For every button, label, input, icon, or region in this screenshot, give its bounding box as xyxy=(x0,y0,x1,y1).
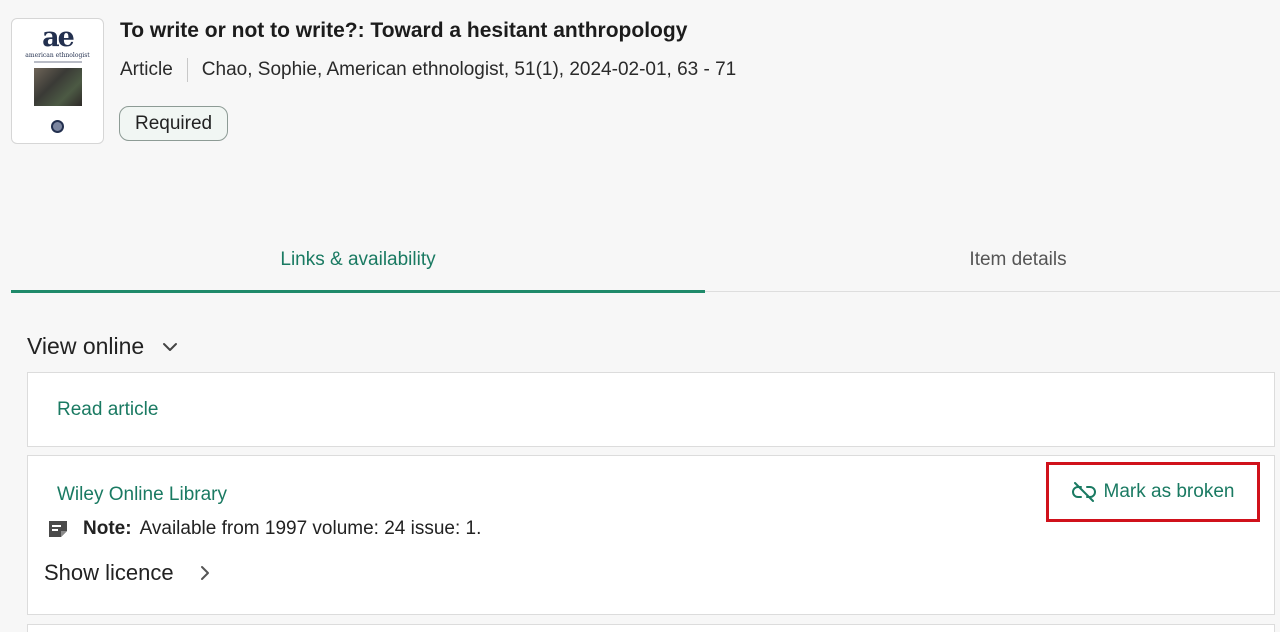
link-card-wiley: Wiley Online Library Mark as broken Note… xyxy=(27,455,1275,615)
note-label: Note: xyxy=(83,518,132,539)
publisher-seal-icon xyxy=(51,120,64,133)
show-licence-toggle[interactable]: Show licence xyxy=(44,560,210,586)
meta-divider xyxy=(186,58,188,82)
cover-photo xyxy=(33,68,82,106)
chevron-right-icon xyxy=(200,566,209,580)
note-icon xyxy=(49,521,67,537)
mark-as-broken-label: Mark as broken xyxy=(1103,481,1235,502)
required-badge: Required xyxy=(119,106,229,141)
tab-links-availability[interactable]: Links & availability xyxy=(11,228,705,293)
view-online-toggle[interactable]: View online xyxy=(27,333,178,360)
record-meta: Article Chao, Sophie, American ethnologi… xyxy=(120,58,736,82)
availability-note: Note: Available from 1997 volume: 24 iss… xyxy=(47,518,481,540)
chevron-down-icon xyxy=(163,342,178,351)
mark-as-broken-button[interactable]: Mark as broken xyxy=(1046,462,1260,522)
record-title: To write or not to write?: Toward a hesi… xyxy=(120,19,688,42)
link-card-next xyxy=(27,624,1275,632)
show-licence-label: Show licence xyxy=(44,560,174,585)
journal-logo: ae xyxy=(42,22,75,53)
read-article-link[interactable]: Read article xyxy=(57,399,158,421)
tab-item-details[interactable]: Item details xyxy=(705,228,1280,292)
link-card-read-article: Read article xyxy=(27,372,1275,447)
tab-bar: Links & availability Item details xyxy=(11,228,1280,293)
journal-name: american ethnologist xyxy=(25,52,90,59)
record-citation: Chao, Sophie, American ethnologist, 51(1… xyxy=(201,59,737,80)
wiley-online-library-link[interactable]: Wiley Online Library xyxy=(57,484,227,506)
cover-divider xyxy=(33,61,82,63)
record-type: Article xyxy=(120,59,173,80)
journal-cover-thumbnail: ae american ethnologist xyxy=(11,18,104,144)
view-online-heading: View online xyxy=(27,333,145,359)
note-text: Available from 1997 volume: 24 issue: 1. xyxy=(139,518,482,539)
broken-link-icon xyxy=(1071,482,1096,502)
